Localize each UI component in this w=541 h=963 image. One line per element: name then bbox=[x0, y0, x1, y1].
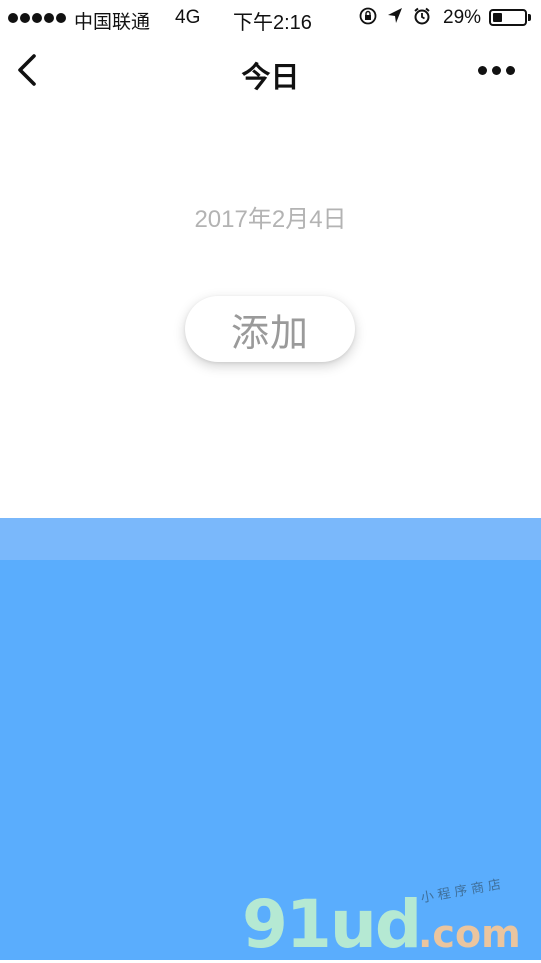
more-dot bbox=[506, 65, 515, 75]
battery-fill bbox=[493, 13, 502, 22]
more-button[interactable] bbox=[478, 62, 522, 78]
water-surface-band bbox=[0, 518, 541, 560]
carrier-name: 中国联通 bbox=[74, 12, 151, 33]
rotation-lock-icon bbox=[358, 6, 378, 31]
date-label: 2017年2月4日 bbox=[194, 206, 347, 233]
page-title: 今日 bbox=[241, 62, 300, 94]
network-type: 4G bbox=[175, 7, 201, 28]
watermark-domain: .com bbox=[418, 912, 521, 956]
more-dots-icon bbox=[478, 65, 487, 75]
status-icons bbox=[358, 6, 432, 31]
watermark-logo: 91ud bbox=[242, 886, 422, 963]
nav-bar: 今日 bbox=[0, 36, 541, 106]
status-time: 下午2:16 bbox=[233, 12, 312, 34]
add-button[interactable]: 添加 bbox=[185, 296, 355, 362]
location-arrow-icon bbox=[386, 6, 404, 31]
battery-percent: 29% bbox=[443, 7, 482, 28]
battery-tip bbox=[528, 14, 531, 21]
signal-strength-icon bbox=[8, 13, 66, 23]
battery-icon bbox=[489, 9, 527, 26]
alarm-icon bbox=[412, 6, 432, 31]
more-dot bbox=[492, 65, 501, 75]
status-bar: 中国联通 4G 下午2:16 29% bbox=[0, 0, 541, 36]
